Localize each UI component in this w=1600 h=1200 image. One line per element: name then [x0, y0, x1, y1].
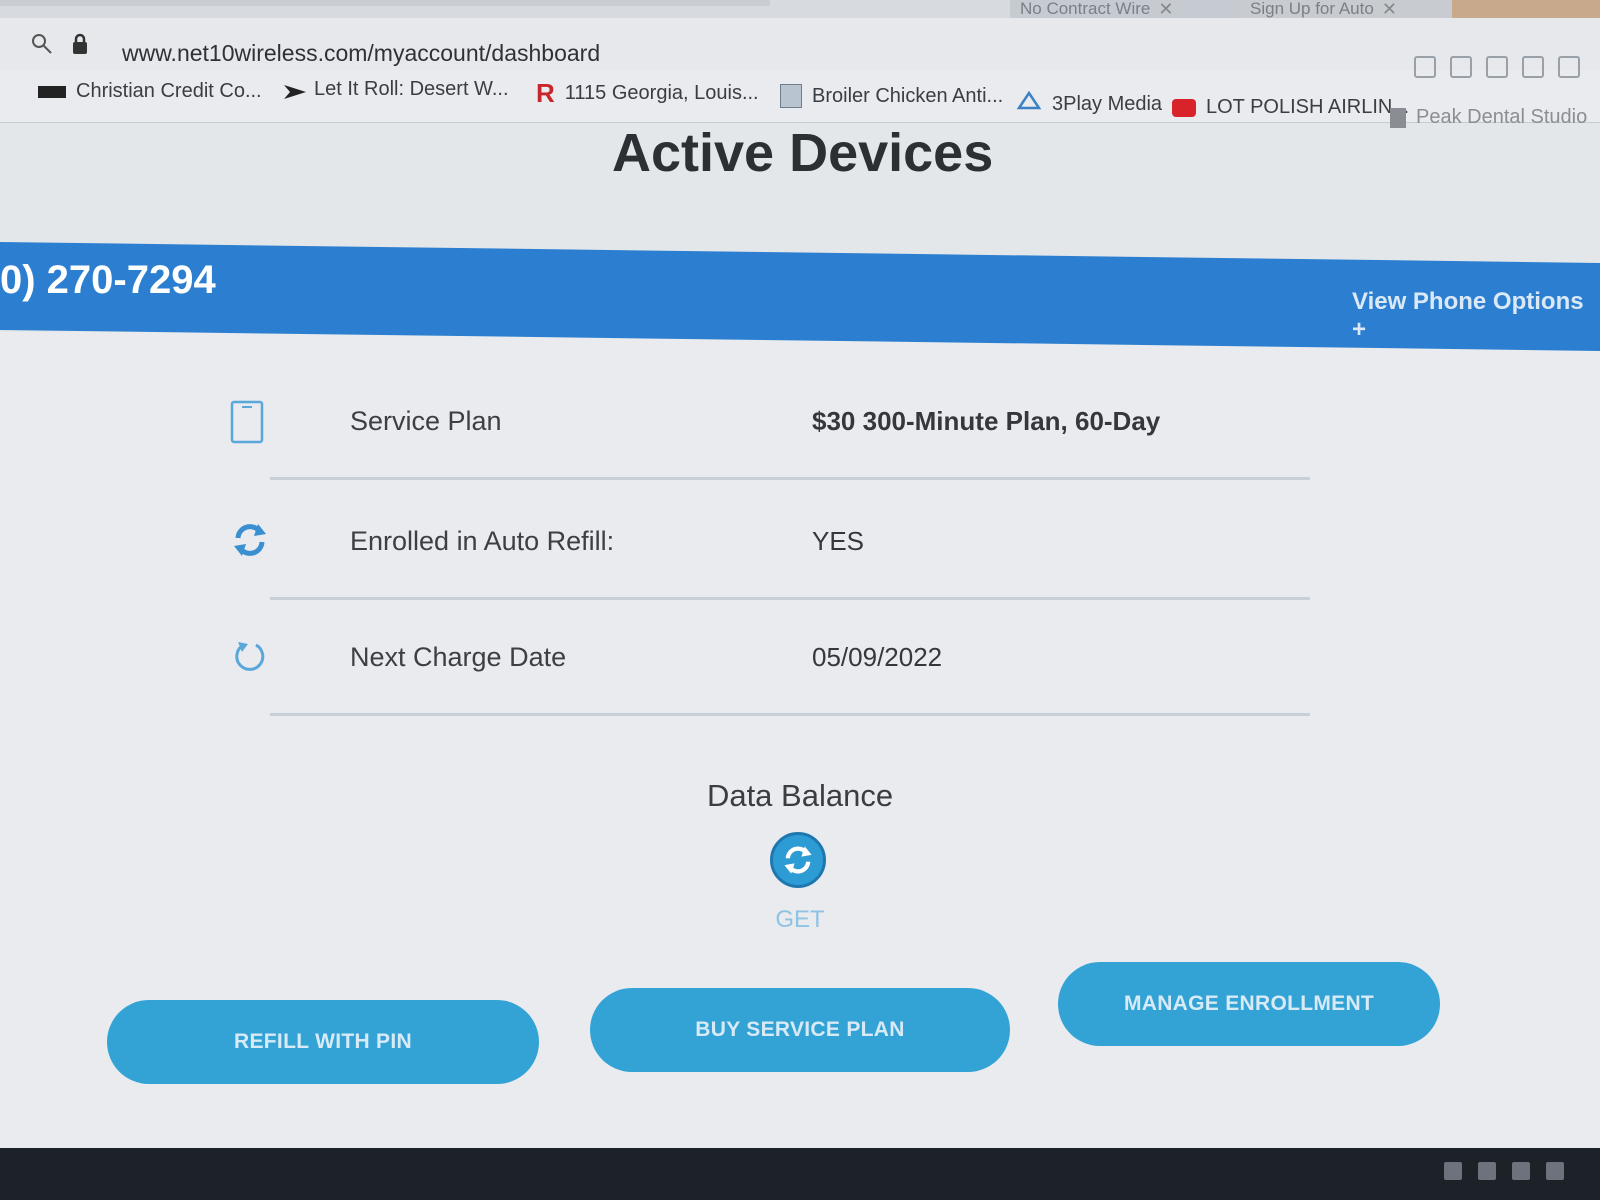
volume-icon[interactable]: [1444, 1162, 1462, 1180]
bookmark-peak-dental[interactable]: Peak Dental Studio: [1390, 106, 1587, 129]
row-value: 05/09/2022: [812, 642, 943, 672]
browser-toolbar: [1414, 56, 1580, 78]
bookmark-label: LOT POLISH AIRLIN...: [1206, 96, 1410, 118]
close-icon[interactable]: ✕: [1382, 0, 1397, 18]
extension-icon[interactable]: [1522, 56, 1544, 78]
row-label: Next Charge Date: [350, 642, 567, 672]
youtube-icon: [1172, 98, 1196, 117]
bookmark-favicon-icon: [38, 85, 66, 98]
address-bar: www.net10wireless.com/myaccount/dashboar…: [0, 18, 1600, 70]
bookmark-label: 1115 Georgia, Louis...: [564, 82, 759, 104]
divider: [270, 713, 1310, 716]
bookmark-label: Peak Dental Studio: [1416, 106, 1588, 128]
document-icon: [780, 84, 802, 108]
bookmark-label: 3Play Media: [1052, 92, 1163, 115]
bookmark-label: Let It Roll: Desert W...: [314, 78, 509, 100]
row-label: Enrolled in Auto Refill:: [350, 526, 615, 556]
network-icon[interactable]: [1546, 1162, 1564, 1180]
bookmarks-bar: Christian Credit Co... Let It Roll: Dese…: [0, 70, 1600, 128]
row-value: YES: [812, 526, 865, 556]
airplane-icon: [282, 81, 306, 99]
tab-label: No Contract Wire: [1020, 0, 1151, 18]
notes-icon[interactable]: [1450, 56, 1472, 78]
row-label: Service Plan: [350, 406, 502, 436]
document-icon: [1390, 107, 1406, 128]
screenshot-icon[interactable]: [1486, 56, 1508, 78]
bookmark-broiler-chicken[interactable]: Broiler Chicken Anti...: [780, 84, 1003, 108]
phone-number: 0) 270-7294: [0, 258, 216, 302]
tab-extra[interactable]: [1452, 0, 1600, 18]
data-balance-title: Data Balance: [706, 778, 894, 813]
get-label[interactable]: GET: [0, 906, 1600, 934]
bookmark-label: Christian Credit Co...: [76, 80, 262, 102]
buy-service-plan-button[interactable]: BUY SERVICE PLAN: [590, 988, 1010, 1072]
3play-logo-icon: [1016, 90, 1042, 118]
refill-with-pin-button[interactable]: REFILL WITH PIN: [107, 1000, 539, 1084]
view-phone-options-link[interactable]: View Phone Options +: [1352, 288, 1600, 344]
tab-label: Sign Up for Auto: [1250, 0, 1374, 18]
lock-icon: [68, 32, 92, 56]
os-taskbar: [0, 1148, 1600, 1200]
reading-view-icon[interactable]: [1414, 56, 1436, 78]
bookmark-lot-polish[interactable]: LOT POLISH AIRLIN...: [1172, 96, 1409, 119]
next-charge-row: Next Charge Date 05/09/2022: [230, 606, 1330, 716]
bookmark-label: Broiler Chicken Anti...: [812, 84, 1004, 107]
manage-enrollment-button[interactable]: MANAGE ENROLLMENT: [1058, 962, 1440, 1046]
battery-icon[interactable]: [1512, 1162, 1530, 1180]
share-icon[interactable]: [1558, 56, 1580, 78]
tab-strip: No Contract Wire ✕ Sign Up for Auto ✕: [0, 0, 1600, 18]
system-tray: [1444, 1162, 1564, 1180]
active-tab[interactable]: [0, 0, 770, 6]
refresh-icon: [230, 520, 270, 566]
url-field[interactable]: www.net10wireless.com/myaccount/dashboar…: [122, 40, 600, 67]
auto-refill-row: Enrolled in Auto Refill: YES: [230, 490, 1330, 600]
bookmark-1115-georgia[interactable]: R 1115 Georgia, Louis...: [536, 78, 759, 109]
flag-icon[interactable]: [1478, 1162, 1496, 1180]
row-value: $30 300-Minute Plan, 60-Day: [812, 406, 1161, 436]
refresh-icon: [784, 846, 812, 874]
bookmark-let-it-roll[interactable]: Let It Roll: Desert W...: [282, 78, 509, 101]
phone-icon: [230, 400, 270, 446]
tab-no-contract[interactable]: No Contract Wire ✕: [1010, 0, 1245, 18]
site-info-icon[interactable]: [30, 32, 54, 56]
get-data-balance-button[interactable]: [770, 832, 826, 888]
close-icon[interactable]: ✕: [1158, 0, 1173, 18]
page-title: Active Devices: [612, 123, 994, 183]
divider: [270, 477, 1310, 480]
service-plan-row: Service Plan $30 300-Minute Plan, 60-Day: [230, 370, 1330, 480]
bookmark-christian-credit[interactable]: Christian Credit Co...: [38, 80, 262, 103]
bookmark-3play-media[interactable]: 3Play Media: [1016, 90, 1162, 118]
tab-sign-up-auto[interactable]: Sign Up for Auto ✕: [1240, 0, 1460, 18]
r-logo-icon: R: [536, 78, 555, 108]
divider: [270, 597, 1310, 600]
reload-icon: [230, 636, 270, 682]
